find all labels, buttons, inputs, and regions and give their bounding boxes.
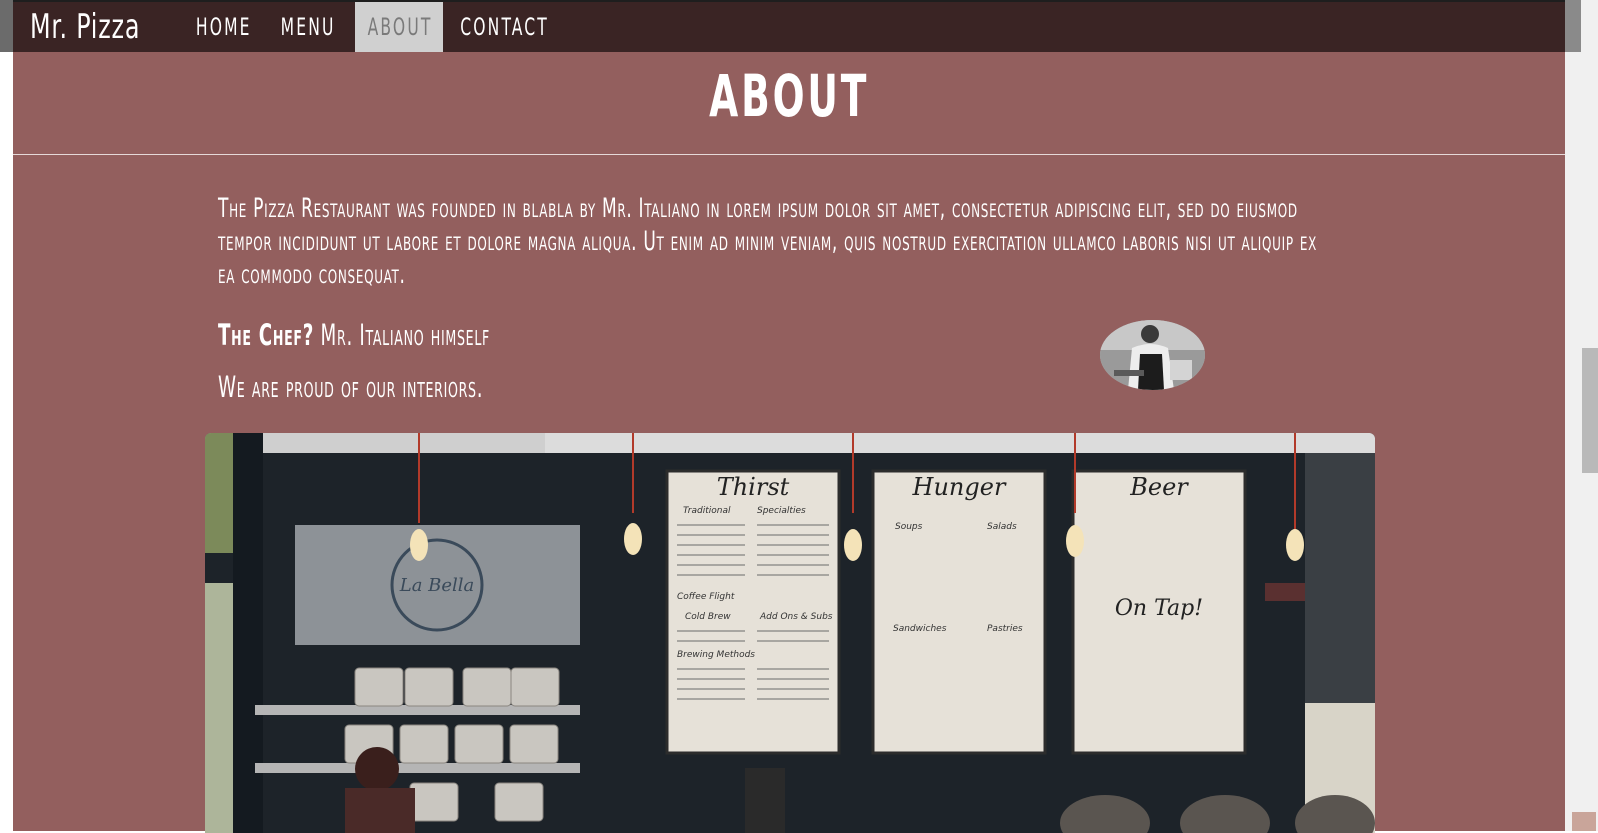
nav-contact[interactable]: CONTACT: [443, 2, 547, 52]
chef-name: Mr. Italiano himself: [320, 318, 490, 352]
board-thirst-title: Thirst: [717, 473, 790, 501]
top-navbar: Mr. Pizza HOME MENU ABOUT CONTACT: [13, 0, 1565, 52]
corner-thumbnail: [1572, 812, 1596, 831]
board-beer-title: Beer: [1129, 473, 1189, 501]
thirst-brewing-methods: Brewing Methods: [677, 650, 755, 660]
chef-photo: [1100, 320, 1205, 390]
thirst-traditional: Traditional: [683, 506, 731, 516]
thirst-coffee-flight: Coffee Flight: [677, 592, 735, 602]
thirst-specialties: Specialties: [757, 506, 806, 516]
thirst-add-ons: Add Ons & Subs: [759, 612, 833, 622]
left-edge-bar: [0, 0, 13, 52]
nav-menu[interactable]: MENU: [266, 2, 350, 52]
cafe-sign-text: La Bella: [399, 575, 475, 596]
page-title: ABOUT: [708, 62, 870, 130]
chef-line: The Chef? Mr. Italiano himself: [218, 318, 490, 352]
hunger-salads: Salads: [987, 522, 1017, 532]
hunger-soups: Soups: [895, 522, 923, 532]
interiors-line: We are proud of our interiors.: [218, 370, 484, 404]
hunger-pastries: Pastries: [987, 624, 1023, 634]
brand-logo[interactable]: Mr. Pizza: [30, 7, 140, 47]
scrollbar-top-region: [1565, 0, 1581, 52]
chef-label: The Chef?: [218, 318, 315, 352]
scrollbar-thumb[interactable]: [1582, 348, 1598, 473]
thirst-cold-brew: Cold Brew: [685, 612, 731, 622]
about-paragraph: The Pizza Restaurant was founded in blab…: [218, 193, 1317, 290]
title-divider: [13, 154, 1565, 155]
cafe-interior-photo: La Bella Thirst Hunger Beer Traditional …: [205, 433, 1375, 833]
board-hunger-title: Hunger: [912, 473, 1007, 501]
about-section: ABOUT The Pizza Restaurant was founded i…: [13, 52, 1565, 833]
hunger-sandwiches: Sandwiches: [893, 624, 947, 634]
beer-on-tap: On Tap!: [1115, 596, 1203, 621]
nav-about[interactable]: ABOUT: [355, 2, 443, 52]
nav-home[interactable]: HOME: [183, 2, 265, 52]
